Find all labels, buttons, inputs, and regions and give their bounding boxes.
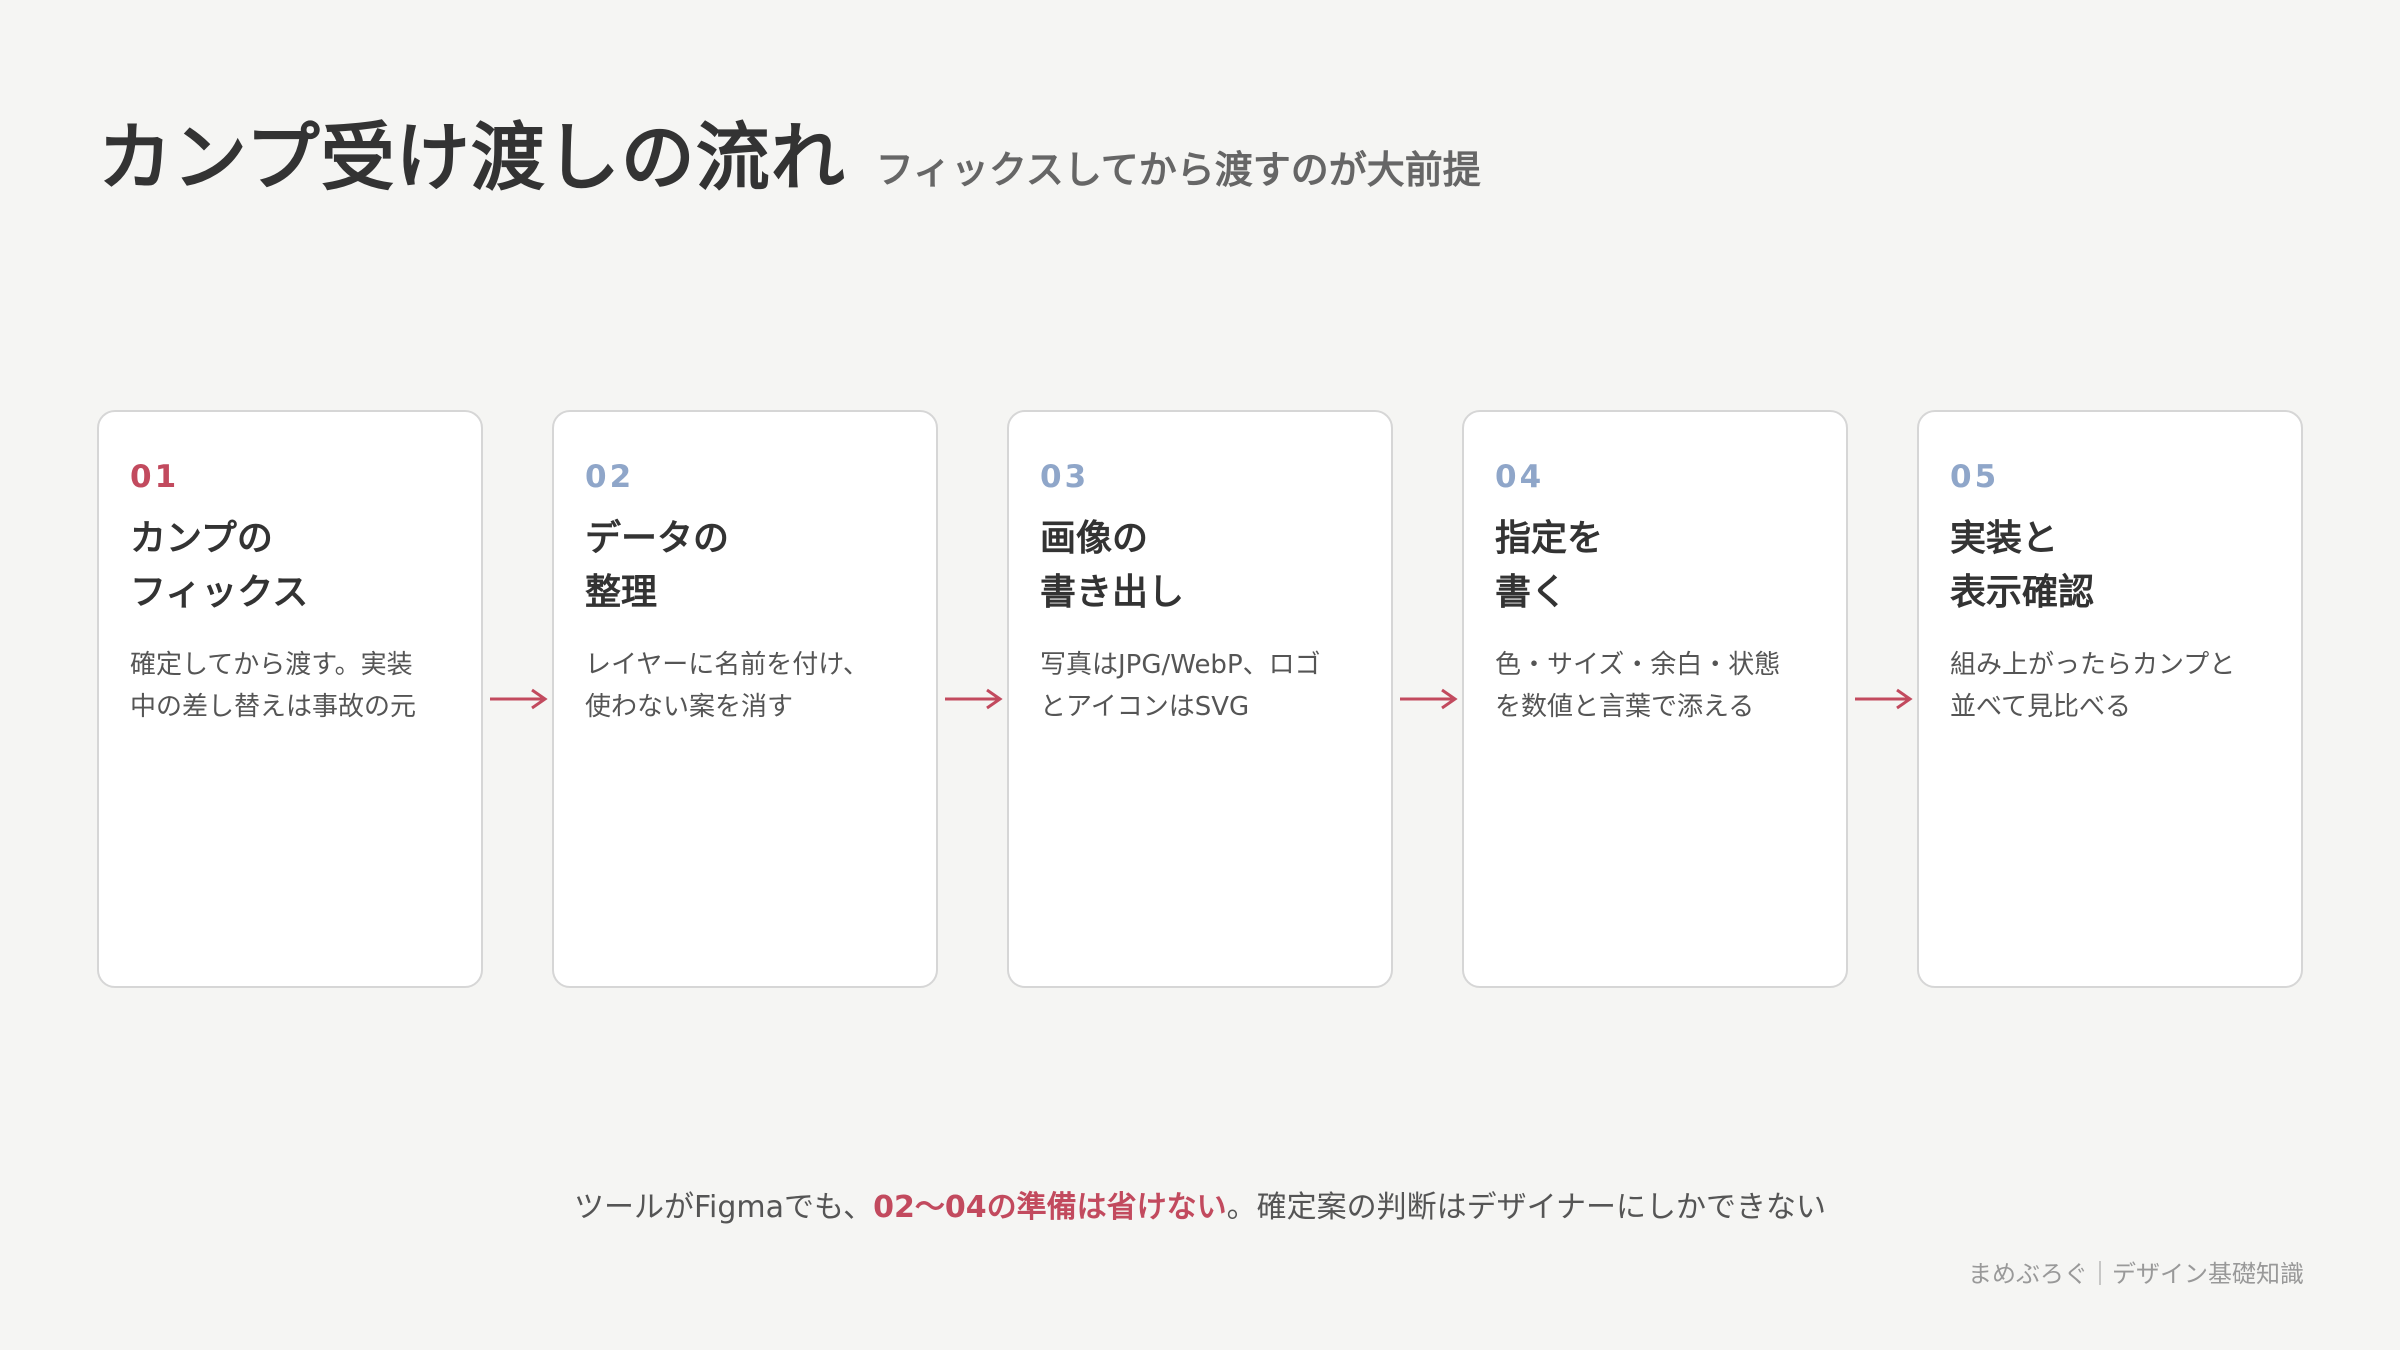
step-description: 確定してから渡す。実装 中の差し替えは事故の元 [130,644,451,728]
step-description: 色・サイズ・余白・状態 を数値と言葉で添える [1495,644,1816,728]
step-card-03: 03 画像の 書き出し 写真はJPG/WebP、ロゴ とアイコンはSVG [1007,410,1393,988]
step-desc-line: 使わない案を消す [585,692,794,722]
footer-credit: まめぶろぐ｜デザイン基礎知識 [1968,1260,2304,1288]
step-description: レイヤーに名前を付け、 使わない案を消す [585,644,906,728]
right-arrow-icon [1848,506,1917,892]
step-title-line: 指定を [1495,518,1604,559]
right-arrow-icon [483,506,552,892]
note-prefix: ツールがFigmaでも、 [573,1190,874,1225]
step-title-line: データの [585,518,730,559]
step-desc-line: 並べて見比べる [1950,692,2131,722]
step-number: 03 [1040,459,1090,495]
step-title-line: フィックス [130,572,309,613]
step-card-02: 02 データの 整理 レイヤーに名前を付け、 使わない案を消す [552,410,938,988]
step-desc-line: 写真はJPG/WebP、ロゴ [1040,650,1321,680]
step-desc-line: 色・サイズ・余白・状態 [1495,650,1781,680]
page-subtitle: フィックスしてから渡すのが大前提 [875,148,1481,192]
step-number: 04 [1495,459,1545,495]
page-title: カンプ受け渡しの流れ [98,115,846,201]
step-card-04: 04 指定を 書く 色・サイズ・余白・状態 を数値と言葉で添える [1462,410,1848,988]
right-arrow-icon [1393,506,1462,892]
step-desc-line: とアイコンはSVG [1040,692,1250,722]
step-title-line: 書く [1495,572,1568,613]
step-description: 組み上がったらカンプと 並べて見比べる [1950,644,2271,728]
step-title: 画像の 書き出し [1040,512,1361,620]
step-card-05: 05 実装と 表示確認 組み上がったらカンプと 並べて見比べる [1917,410,2303,988]
step-title: データの 整理 [585,512,906,620]
note-suffix: 。確定案の判断はデザイナーにしかできない [1226,1190,1827,1225]
step-title-line: 整理 [585,572,658,613]
step-title-line: 実装と [1950,518,2059,559]
step-title-line: 書き出し [1040,572,1185,613]
summary-note: ツールがFigmaでも、02〜04の準備は省けない。確定案の判断はデザイナーにし… [0,1182,2400,1226]
step-desc-line: 組み上がったらカンプと [1950,650,2236,680]
step-title-line: 表示確認 [1950,572,2095,613]
step-title-line: カンプの [130,518,273,559]
step-number: 01 [130,459,180,495]
step-number: 02 [585,459,635,495]
step-title: カンプの フィックス [130,512,451,620]
process-flow: 01 カンプの フィックス 確定してから渡す。実装 中の差し替えは事故の元 02… [97,410,2303,988]
step-desc-line: を数値と言葉で添える [1495,692,1755,722]
step-title-line: 画像の [1040,518,1149,559]
step-card-01: 01 カンプの フィックス 確定してから渡す。実装 中の差し替えは事故の元 [97,410,483,988]
header: カンプ受け渡しの流れ フィックスしてから渡すのが大前提 [98,98,1481,205]
note-highlight: 02〜04の準備は省けない [873,1190,1227,1225]
step-desc-line: レイヤーに名前を付け、 [585,650,869,680]
step-title: 指定を 書く [1495,512,1816,620]
step-desc-line: 確定してから渡す。実装 [130,650,413,680]
slide: カンプ受け渡しの流れ フィックスしてから渡すのが大前提 01 カンプの フィック… [0,0,2400,1350]
step-number: 05 [1950,459,2000,495]
step-desc-line: 中の差し替えは事故の元 [130,692,417,722]
step-description: 写真はJPG/WebP、ロゴ とアイコンはSVG [1040,644,1361,728]
right-arrow-icon [938,506,1007,892]
step-title: 実装と 表示確認 [1950,512,2271,620]
